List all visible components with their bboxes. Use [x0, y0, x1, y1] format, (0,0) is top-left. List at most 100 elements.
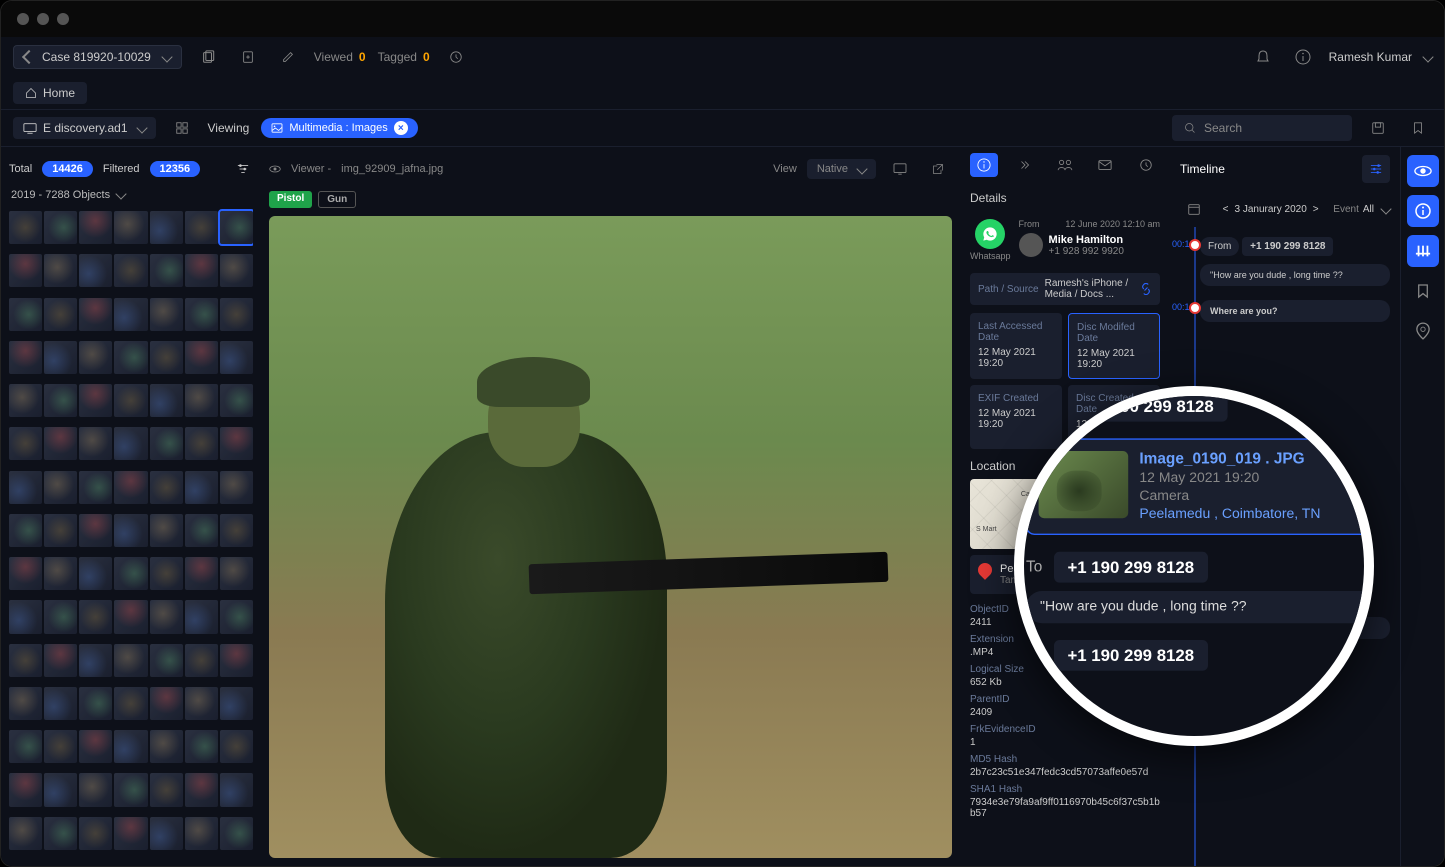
thumbnail[interactable] — [79, 471, 112, 504]
thumbnail[interactable] — [9, 254, 42, 287]
maximize-window[interactable] — [57, 13, 69, 25]
copy-button[interactable] — [194, 43, 222, 71]
thumbnail[interactable] — [9, 471, 42, 504]
thumbnail[interactable] — [79, 427, 112, 460]
thumbnail[interactable] — [220, 211, 253, 244]
thumbnail[interactable] — [114, 644, 147, 677]
close-window[interactable] — [17, 13, 29, 25]
new-doc-button[interactable] — [234, 43, 262, 71]
thumbnail[interactable] — [114, 600, 147, 633]
timeline-settings-button[interactable] — [1362, 155, 1390, 183]
thumbnail[interactable] — [44, 730, 77, 763]
thumbnail[interactable] — [114, 341, 147, 374]
view-mode-select[interactable]: Native — [807, 159, 876, 179]
save-search-button[interactable] — [1364, 114, 1392, 142]
thumbnail[interactable] — [150, 730, 183, 763]
thumbnail[interactable] — [150, 471, 183, 504]
thumbnail[interactable] — [79, 773, 112, 806]
thumbnail[interactable] — [114, 298, 147, 331]
thumbnail[interactable] — [220, 773, 253, 806]
thumbnail[interactable] — [79, 644, 112, 677]
thumbnail[interactable] — [114, 687, 147, 720]
filter-tag[interactable]: Multimedia : Images × — [261, 118, 417, 138]
bookmark-search-button[interactable] — [1404, 114, 1432, 142]
thumbnail[interactable] — [114, 254, 147, 287]
thumbnail[interactable] — [9, 298, 42, 331]
thumbnail[interactable] — [44, 644, 77, 677]
tab-related[interactable] — [1011, 153, 1039, 177]
thumbnail[interactable] — [185, 644, 218, 677]
thumbnail[interactable] — [79, 557, 112, 590]
thumbnail[interactable] — [79, 298, 112, 331]
thumbnail[interactable] — [185, 817, 218, 850]
rail-bookmark-button[interactable] — [1407, 275, 1439, 307]
thumbnail[interactable] — [114, 730, 147, 763]
thumbnail[interactable] — [9, 600, 42, 633]
tab-contacts[interactable] — [1051, 153, 1079, 177]
thumbnail[interactable] — [114, 514, 147, 547]
thumbnail[interactable] — [185, 773, 218, 806]
thumbnail[interactable] — [185, 514, 218, 547]
thumbnail[interactable] — [9, 514, 42, 547]
thumbnail[interactable] — [79, 254, 112, 287]
home-tab[interactable]: Home — [13, 82, 87, 104]
thumbnail[interactable] — [150, 514, 183, 547]
thumbnail[interactable] — [150, 773, 183, 806]
thumbnail[interactable] — [150, 298, 183, 331]
thumbnail[interactable] — [220, 427, 253, 460]
history-button[interactable] — [442, 43, 470, 71]
thumbnail[interactable] — [44, 687, 77, 720]
thumbnail[interactable] — [9, 773, 42, 806]
thumbnail[interactable] — [44, 384, 77, 417]
edit-button[interactable] — [274, 43, 302, 71]
rail-location-button[interactable] — [1407, 315, 1439, 347]
tab-history[interactable] — [1132, 153, 1160, 177]
date-navigator[interactable]: <3 Janurary 2020> — [1223, 204, 1319, 215]
tag-gun[interactable]: Gun — [318, 191, 356, 208]
thumbnail[interactable] — [79, 687, 112, 720]
thumbnail[interactable] — [185, 600, 218, 633]
thumbnail[interactable] — [150, 211, 183, 244]
thumbnail[interactable] — [185, 687, 218, 720]
thumbnail[interactable] — [220, 687, 253, 720]
thumbnail[interactable] — [220, 730, 253, 763]
thumbnail[interactable] — [79, 384, 112, 417]
thumbnail[interactable] — [220, 600, 253, 633]
thumbnail[interactable] — [150, 341, 183, 374]
tab-messages[interactable] — [1091, 153, 1119, 177]
thumbnail[interactable] — [44, 773, 77, 806]
thumbnail[interactable] — [185, 298, 218, 331]
present-button[interactable] — [886, 155, 914, 183]
thumbnail[interactable] — [185, 427, 218, 460]
calendar-button[interactable] — [1180, 195, 1208, 223]
thumbnail[interactable] — [185, 211, 218, 244]
thumbnail[interactable] — [185, 341, 218, 374]
image-viewer[interactable] — [269, 216, 952, 858]
thumbnail[interactable] — [220, 254, 253, 287]
thumbnail[interactable] — [150, 384, 183, 417]
thumbnail[interactable] — [220, 471, 253, 504]
rail-timeline-button[interactable] — [1407, 235, 1439, 267]
thumbnail[interactable] — [9, 427, 42, 460]
media-card[interactable]: Image_0190_019 . JPG 12 May 2021 19:20 C… — [1026, 438, 1374, 535]
thumbnail[interactable] — [44, 471, 77, 504]
thumbnail[interactable] — [79, 211, 112, 244]
thumbnail[interactable] — [9, 211, 42, 244]
thumbnail[interactable] — [150, 557, 183, 590]
thumbnail[interactable] — [114, 773, 147, 806]
thumbnail[interactable] — [150, 687, 183, 720]
thumbnail[interactable] — [114, 557, 147, 590]
thumbnail[interactable] — [185, 384, 218, 417]
thumbnail[interactable] — [9, 341, 42, 374]
thumbnail[interactable] — [220, 817, 253, 850]
thumbnail[interactable] — [220, 298, 253, 331]
thumbnail[interactable] — [9, 730, 42, 763]
thumbnail[interactable] — [79, 817, 112, 850]
thumbnail[interactable] — [44, 557, 77, 590]
thumbnail[interactable] — [220, 341, 253, 374]
user-menu[interactable]: Ramesh Kumar — [1329, 50, 1432, 64]
thumbnail[interactable] — [44, 254, 77, 287]
search-input[interactable]: Search — [1172, 115, 1352, 141]
thumbnail[interactable] — [220, 384, 253, 417]
thumbnail[interactable] — [44, 341, 77, 374]
